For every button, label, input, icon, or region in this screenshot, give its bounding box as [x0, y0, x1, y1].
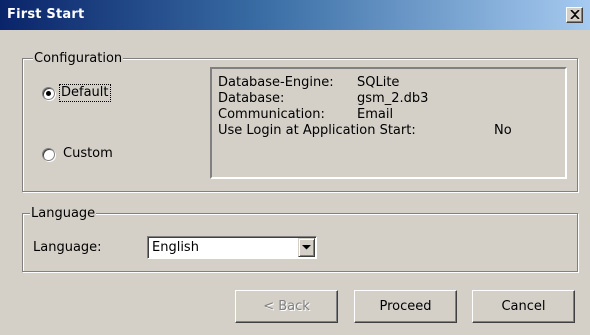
language-label: Language: [33, 240, 102, 255]
info-value: gsm_2.db3 [357, 91, 429, 106]
language-select[interactable]: English [147, 236, 317, 259]
radio-selected-dot [46, 91, 51, 96]
close-icon [570, 10, 580, 19]
proceed-button[interactable]: Proceed [354, 290, 457, 323]
language-select-value: English [152, 240, 199, 255]
chevron-down-icon [302, 245, 311, 250]
title-bar[interactable]: First Start [0, 0, 590, 30]
back-button[interactable]: < Back [235, 290, 338, 323]
default-radio[interactable] [42, 87, 55, 100]
info-value: SQLite [357, 75, 400, 90]
window-title: First Start [7, 7, 85, 22]
configuration-summary-panel: Database-Engine: SQLite Database: gsm_2.… [210, 67, 567, 179]
info-value: Email [357, 107, 394, 122]
first-start-dialog: First Start Configuration Default Custom… [0, 0, 590, 335]
close-button[interactable] [566, 7, 583, 23]
info-key: Database: [218, 91, 285, 106]
info-key: Communication: [218, 107, 325, 122]
configuration-legend: Configuration [33, 51, 124, 66]
custom-radio[interactable] [42, 148, 55, 161]
language-legend: Language [30, 206, 97, 221]
info-key: Use Login at Application Start: [218, 123, 416, 138]
default-radio-label[interactable]: Default [59, 84, 111, 102]
language-dropdown-button[interactable] [298, 238, 315, 257]
info-key: Database-Engine: [218, 75, 334, 90]
custom-radio-label[interactable]: Custom [63, 146, 113, 162]
info-value: No [494, 123, 512, 138]
cancel-button[interactable]: Cancel [472, 290, 575, 323]
